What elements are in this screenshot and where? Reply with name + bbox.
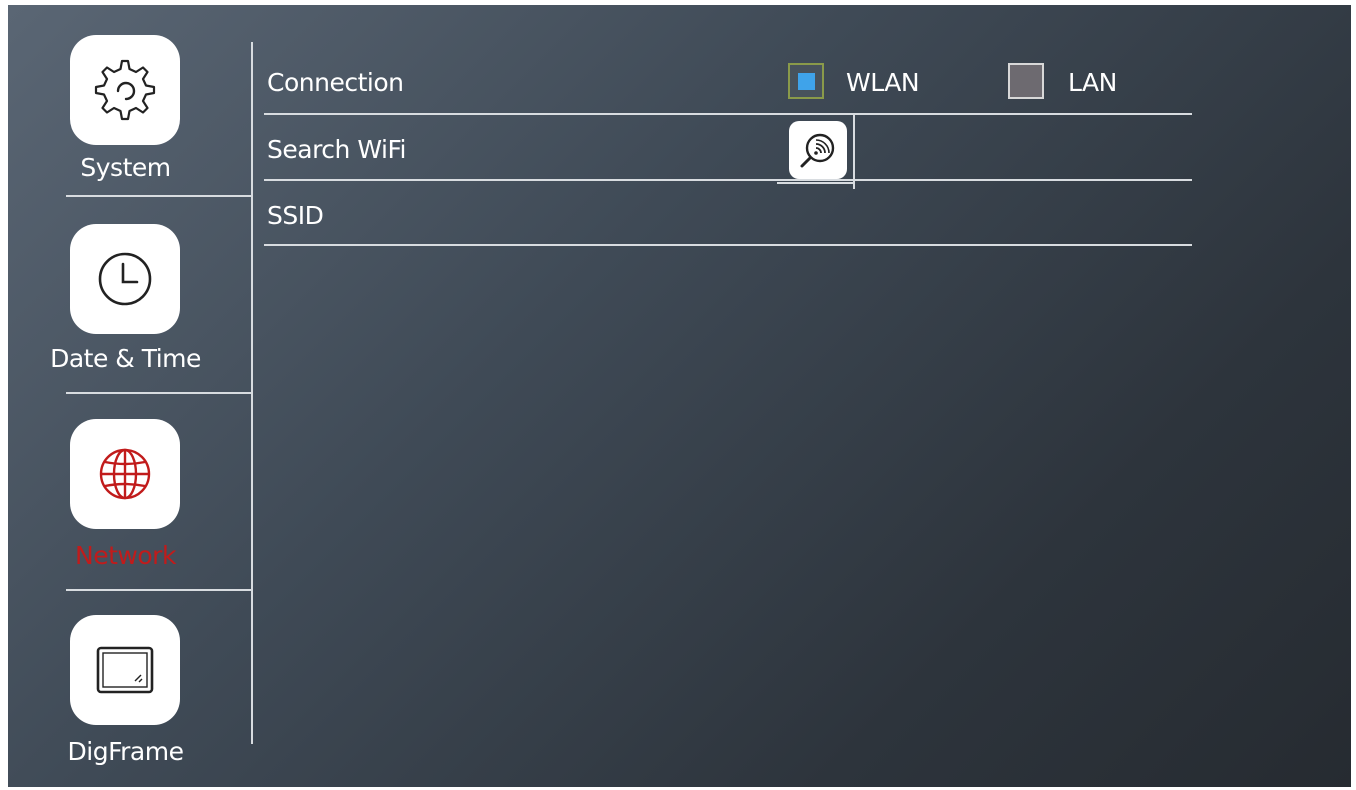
ssid-label: SSID: [267, 201, 324, 230]
lan-label[interactable]: LAN: [1068, 68, 1117, 97]
sidebar-item-digframe[interactable]: DigFrame: [8, 595, 253, 787]
row-divider: [264, 113, 1192, 115]
globe-icon: [99, 448, 151, 500]
search-field-divider: [853, 115, 855, 189]
network-settings-screen: System Date & Time Network DigFrame Conn…: [8, 5, 1351, 787]
sidebar-divider: [66, 392, 253, 394]
search-button-underline: [777, 182, 853, 184]
sidebar-item-network[interactable]: Network: [8, 399, 253, 596]
lan-checkbox[interactable]: [1008, 63, 1044, 99]
sidebar-item-label: DigFrame: [67, 737, 184, 766]
connection-label: Connection: [267, 68, 404, 97]
digframe-tile: [70, 615, 180, 725]
sidebar-item-label: Network: [75, 541, 176, 570]
photo-frame-icon: [96, 646, 154, 694]
checkbox-checked-mark: [797, 72, 815, 90]
sidebar-item-date-time[interactable]: Date & Time: [8, 202, 253, 399]
sidebar-item-system[interactable]: System: [8, 5, 253, 202]
gear-icon: [94, 59, 156, 121]
wifi-search-icon: [800, 133, 835, 168]
search-wifi-button[interactable]: [789, 121, 847, 179]
sidebar-item-label: System: [80, 153, 171, 182]
row-divider: [264, 244, 1192, 246]
search-wifi-label: Search WiFi: [267, 135, 406, 164]
sidebar-vertical-divider: [251, 42, 253, 744]
system-tile: [70, 35, 180, 145]
wlan-checkbox[interactable]: [788, 63, 824, 99]
sidebar-divider: [66, 195, 253, 197]
row-divider: [264, 179, 1192, 181]
clock-icon: [98, 252, 152, 306]
sidebar-divider: [66, 589, 253, 591]
wlan-label[interactable]: WLAN: [846, 68, 920, 97]
network-tile: [70, 419, 180, 529]
date-time-tile: [70, 224, 180, 334]
sidebar-item-label: Date & Time: [50, 344, 201, 373]
